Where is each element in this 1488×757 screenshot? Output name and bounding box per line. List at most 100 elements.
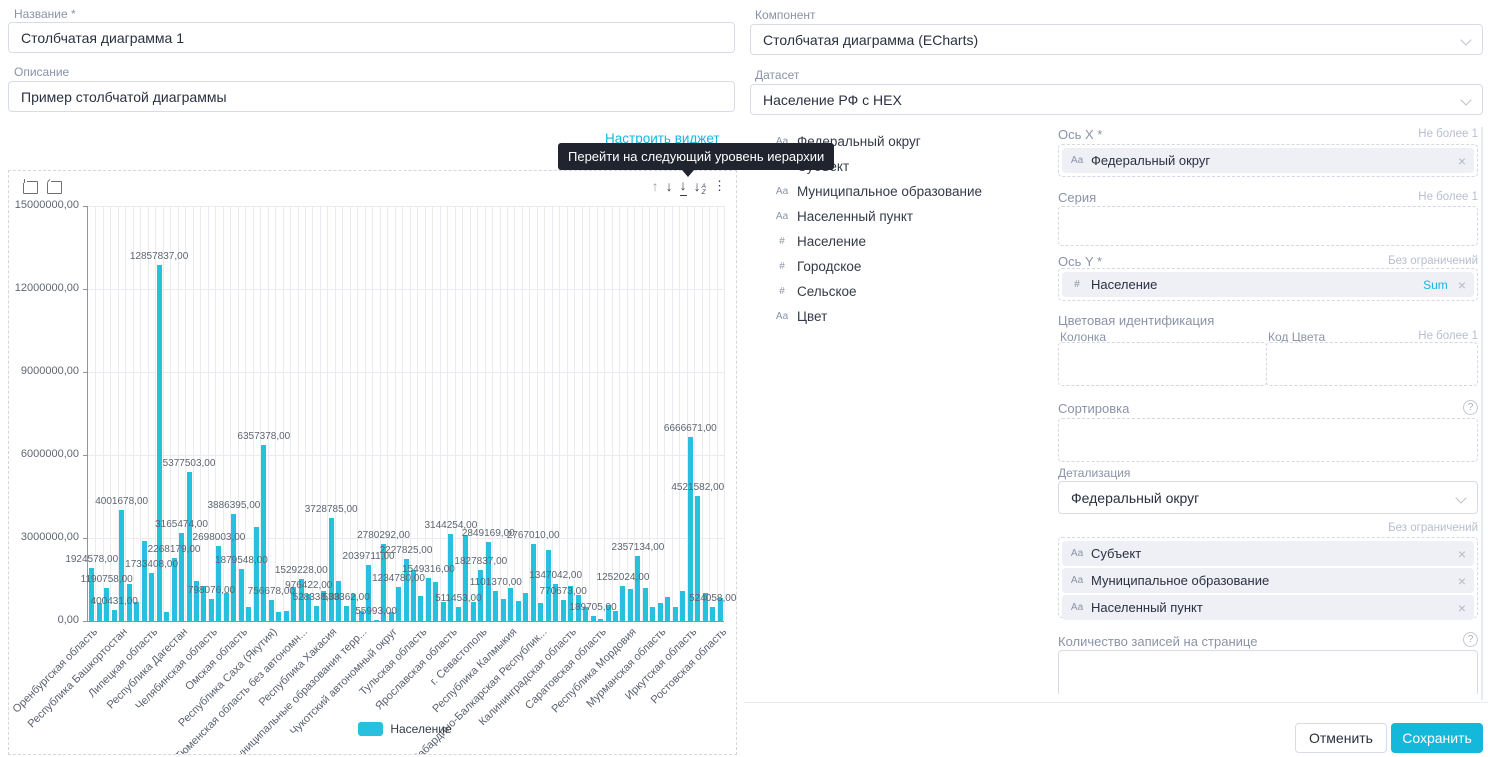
field-item[interactable]: #Население bbox=[775, 229, 1035, 254]
bar[interactable] bbox=[508, 588, 513, 621]
bar[interactable] bbox=[598, 619, 603, 622]
bar[interactable] bbox=[463, 535, 468, 621]
page-size-input[interactable] bbox=[1058, 650, 1478, 694]
chip[interactable]: АаФедеральный округ× bbox=[1062, 148, 1474, 173]
zoom-select-icon[interactable] bbox=[23, 181, 38, 194]
bar[interactable] bbox=[635, 556, 640, 621]
field-item[interactable]: АаМуниципальное образование bbox=[775, 179, 1035, 204]
aggregation-badge[interactable]: Sum bbox=[1423, 278, 1448, 292]
bar[interactable] bbox=[314, 606, 319, 621]
bar-value-label: 1879548,00 bbox=[215, 555, 268, 566]
bar[interactable] bbox=[516, 601, 521, 622]
chip[interactable]: #НаселениеSum× bbox=[1062, 272, 1474, 297]
bar[interactable] bbox=[710, 607, 715, 622]
bar[interactable] bbox=[665, 597, 670, 621]
bar[interactable] bbox=[284, 611, 289, 621]
bar[interactable] bbox=[269, 600, 274, 621]
y-axis-label: 9000000,00 bbox=[21, 365, 79, 377]
name-input[interactable] bbox=[8, 22, 735, 53]
bar[interactable] bbox=[164, 612, 169, 621]
bar-value-label: 4521582,00 bbox=[671, 482, 724, 493]
bar[interactable] bbox=[426, 578, 431, 621]
gridline bbox=[395, 206, 396, 621]
bar[interactable] bbox=[591, 616, 596, 621]
bar[interactable] bbox=[246, 607, 251, 621]
component-select[interactable]: Столбчатая диаграмма (ECharts) bbox=[750, 24, 1483, 55]
bar[interactable] bbox=[620, 586, 625, 621]
page-size-label: Количество записей на странице bbox=[1058, 634, 1257, 649]
field-item[interactable]: АаЦвет bbox=[775, 304, 1035, 329]
save-button[interactable]: Сохранить bbox=[1391, 723, 1483, 753]
plot-area[interactable]: 0,003000000,006000000,009000000,00120000… bbox=[87, 206, 724, 622]
bar[interactable] bbox=[561, 600, 566, 621]
detail-select[interactable]: Федеральный округ bbox=[1058, 481, 1478, 514]
color-column-dropzone[interactable] bbox=[1058, 342, 1267, 386]
description-input[interactable] bbox=[8, 81, 735, 112]
bar[interactable] bbox=[501, 599, 506, 621]
bar[interactable] bbox=[344, 606, 349, 621]
bar[interactable] bbox=[650, 607, 655, 621]
bar[interactable] bbox=[231, 514, 236, 622]
bar[interactable] bbox=[418, 596, 423, 622]
kebab-menu-icon[interactable]: ⋮ bbox=[713, 176, 726, 196]
bar[interactable] bbox=[456, 607, 461, 621]
bar[interactable] bbox=[448, 534, 453, 621]
dataset-select[interactable]: Население РФ с HEX bbox=[750, 84, 1483, 115]
chip-label: Муниципальное образование bbox=[1091, 573, 1269, 588]
bar[interactable] bbox=[658, 603, 663, 621]
dataset-label: Датасет bbox=[755, 68, 799, 82]
bar[interactable] bbox=[523, 593, 528, 621]
chip[interactable]: АаСубъект× bbox=[1062, 541, 1474, 566]
legend-item[interactable]: Население bbox=[87, 722, 723, 736]
x-axis-dropzone[interactable]: АаФедеральный округ× bbox=[1058, 144, 1478, 177]
bar[interactable] bbox=[680, 591, 685, 621]
bar-value-label: 1252024,00 bbox=[597, 572, 650, 583]
bar[interactable] bbox=[531, 544, 536, 621]
bar[interactable] bbox=[493, 591, 498, 622]
scrollbar[interactable] bbox=[1481, 127, 1483, 700]
bar[interactable] bbox=[239, 569, 244, 621]
field-item[interactable]: #Сельское bbox=[775, 279, 1035, 304]
remove-icon[interactable]: × bbox=[1458, 546, 1466, 562]
bar[interactable] bbox=[149, 573, 154, 621]
y-axis-dropzone[interactable]: #НаселениеSum× bbox=[1058, 268, 1478, 301]
remove-icon[interactable]: × bbox=[1458, 277, 1466, 293]
sorting-dropzone[interactable] bbox=[1058, 418, 1478, 462]
bar[interactable] bbox=[538, 603, 543, 621]
bar-value-label: 400431,00 bbox=[91, 596, 138, 607]
remove-icon[interactable]: × bbox=[1458, 153, 1466, 169]
bar[interactable] bbox=[628, 589, 633, 621]
text-type-icon: Аа bbox=[1070, 575, 1084, 586]
zoom-reset-icon[interactable] bbox=[47, 181, 62, 194]
bar[interactable] bbox=[441, 602, 446, 621]
detail-dropzone[interactable]: АаСубъект×АаМуниципальное образование×Аа… bbox=[1058, 537, 1478, 618]
field-item[interactable]: #Городское bbox=[775, 254, 1035, 279]
bar[interactable] bbox=[374, 620, 379, 622]
bar[interactable] bbox=[209, 599, 214, 621]
gridline bbox=[514, 206, 515, 621]
remove-icon[interactable]: × bbox=[1458, 573, 1466, 589]
bar[interactable] bbox=[112, 610, 117, 621]
bar[interactable] bbox=[471, 602, 476, 621]
bar[interactable] bbox=[276, 612, 281, 621]
color-code-dropzone[interactable] bbox=[1266, 342, 1478, 386]
chip[interactable]: Аа Муниципальное образование × bbox=[1062, 568, 1474, 593]
chip[interactable]: АаНаселенный пункт× bbox=[1062, 595, 1474, 620]
bar[interactable] bbox=[224, 593, 229, 622]
bar[interactable] bbox=[643, 588, 648, 621]
cancel-button[interactable]: Отменить bbox=[1295, 723, 1387, 753]
series-dropzone[interactable] bbox=[1058, 206, 1478, 246]
gridline bbox=[440, 206, 441, 621]
page-size-help-icon[interactable]: ? bbox=[1463, 632, 1478, 647]
bar[interactable] bbox=[142, 541, 147, 621]
bar[interactable] bbox=[673, 607, 678, 621]
remove-icon[interactable]: × bbox=[1458, 600, 1466, 616]
bar[interactable] bbox=[329, 518, 334, 621]
level-down-icon[interactable]: ↓ bbox=[666, 176, 673, 196]
bar[interactable] bbox=[254, 527, 259, 621]
level-up-icon[interactable]: ↑ bbox=[652, 176, 659, 196]
sorting-help-icon[interactable]: ? bbox=[1463, 400, 1478, 415]
sort-icon[interactable]: ↓AZ bbox=[694, 176, 706, 196]
drill-down-icon[interactable]: ↓ bbox=[680, 175, 687, 196]
field-item[interactable]: АаНаселенный пункт bbox=[775, 204, 1035, 229]
